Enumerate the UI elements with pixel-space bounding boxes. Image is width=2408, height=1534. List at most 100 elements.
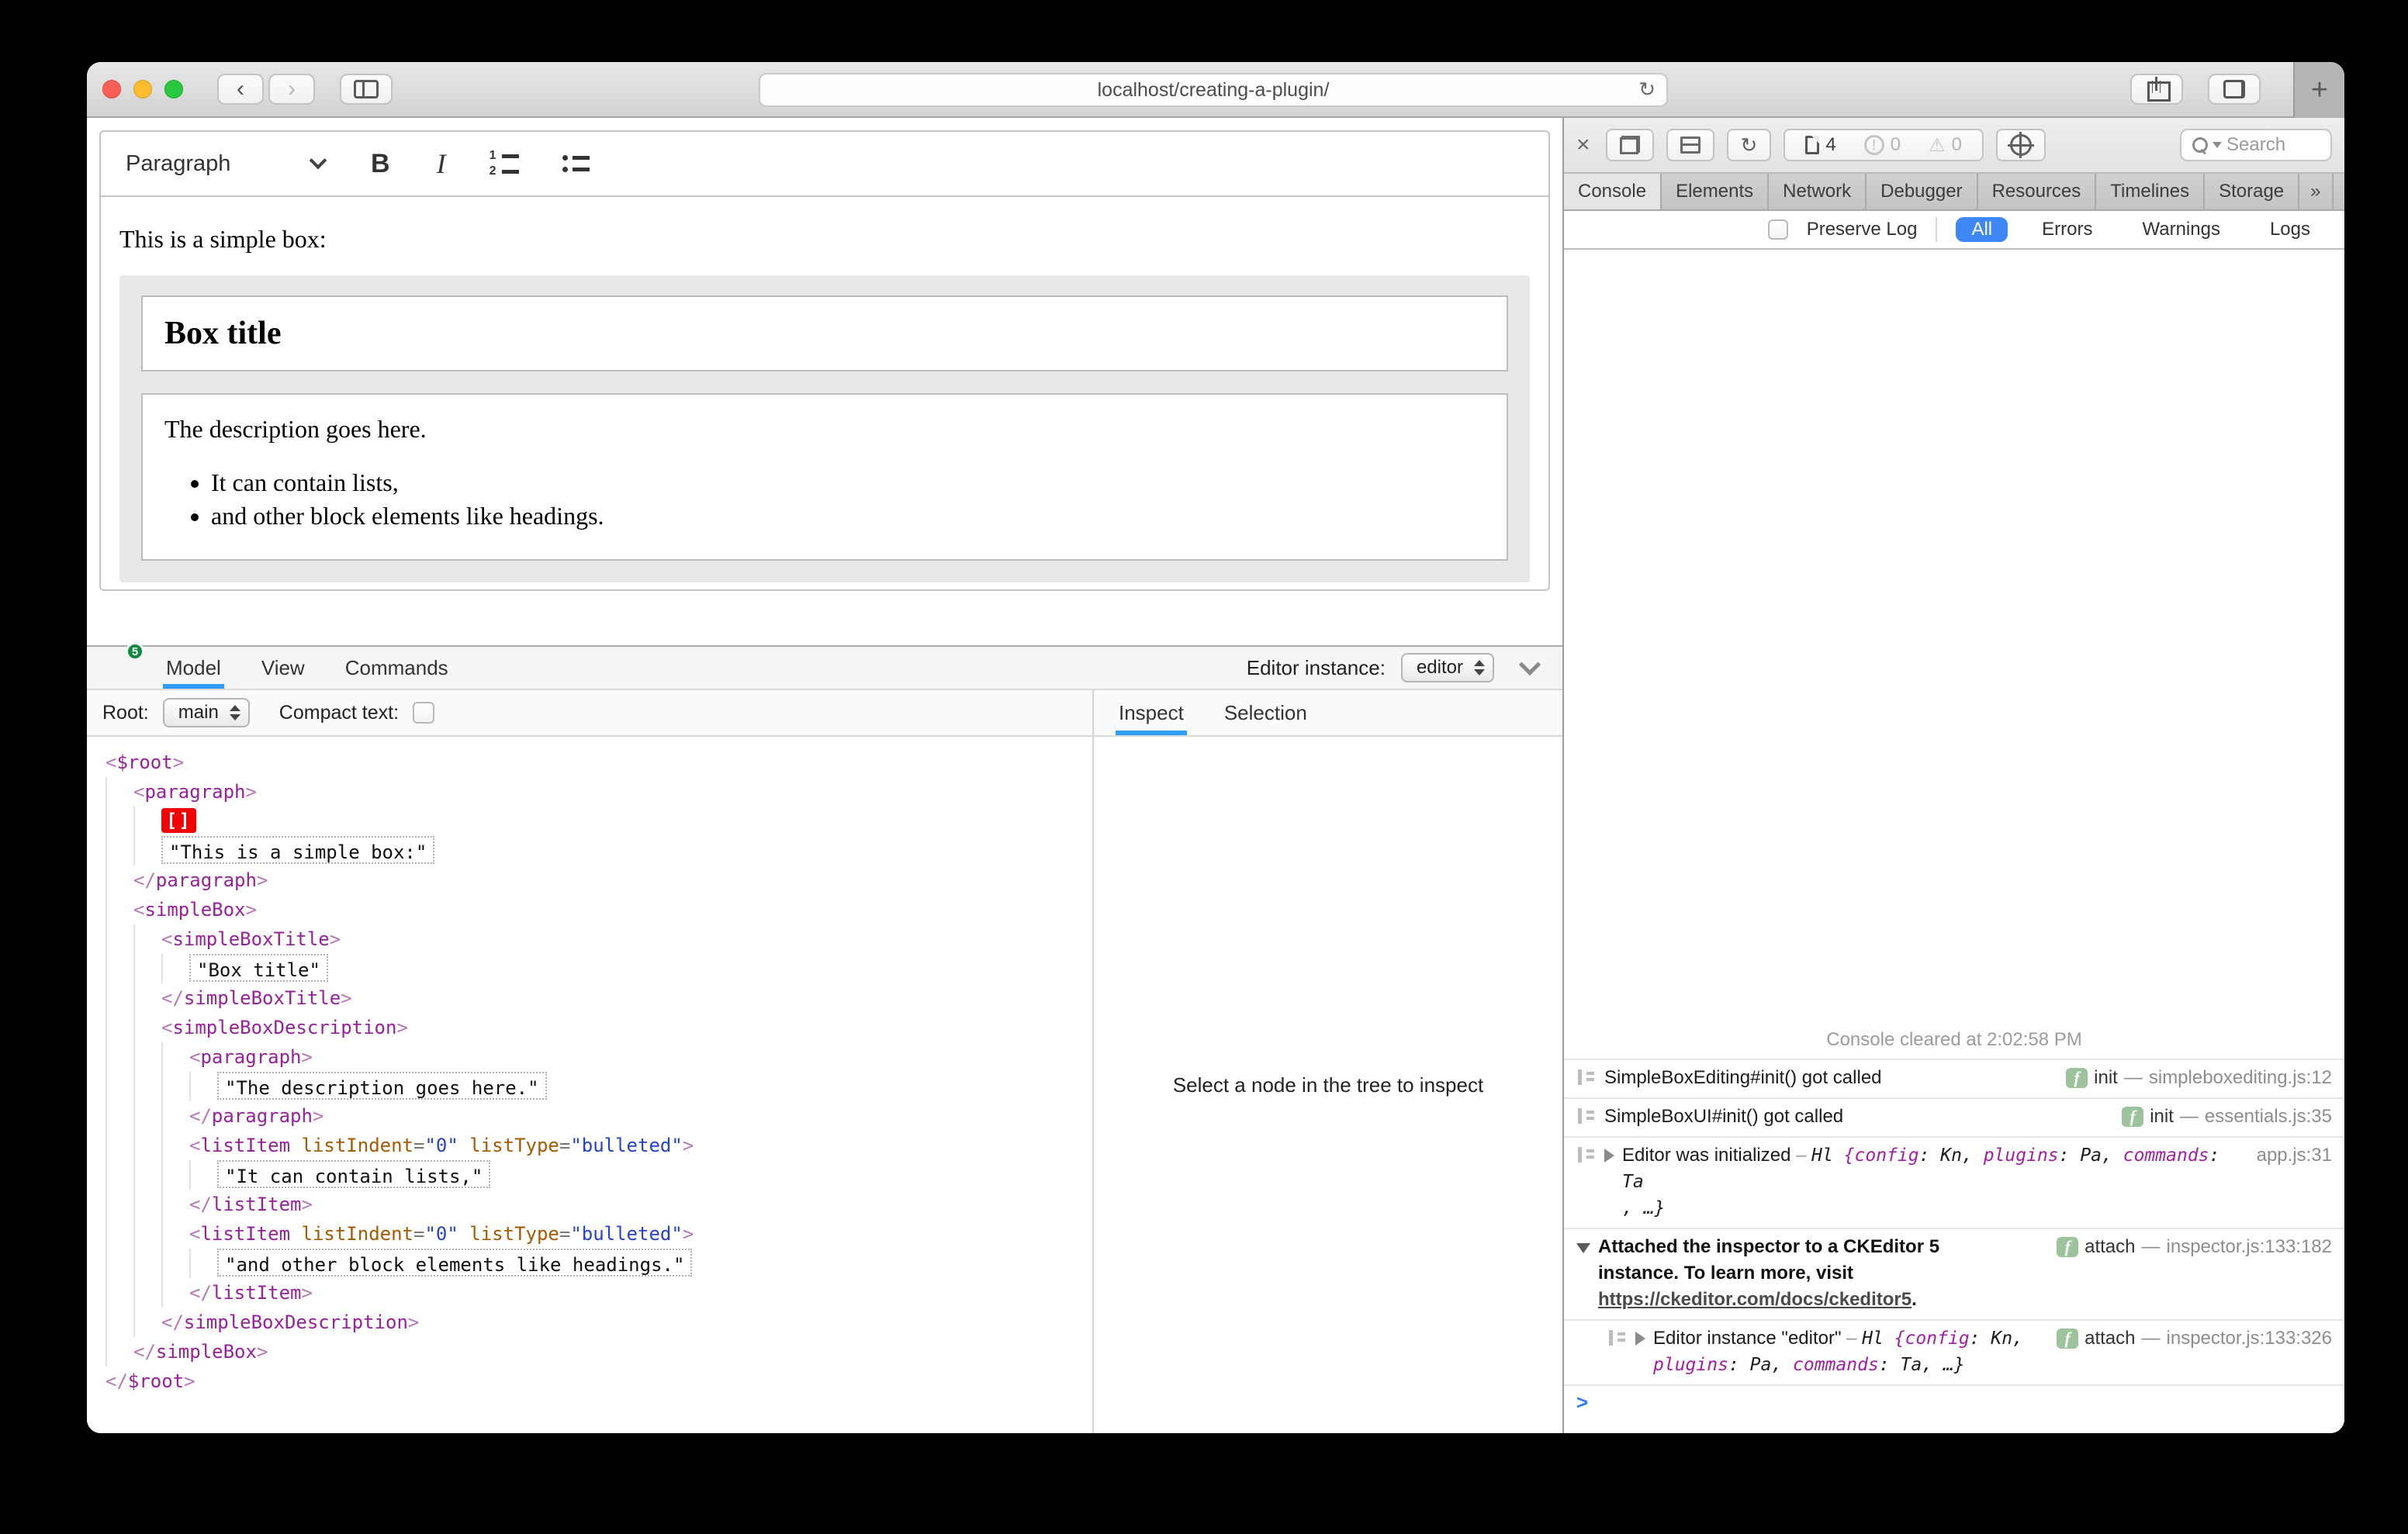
tab-model[interactable]: Model — [163, 647, 224, 689]
bulleted-list-icon — [562, 155, 590, 161]
console-message[interactable]: Editor was initialized – Hl {config: Kn,… — [1564, 1136, 2344, 1228]
tab-selection[interactable]: Selection — [1221, 690, 1310, 735]
preserve-log-checkbox[interactable] — [1767, 219, 1788, 240]
tree-line[interactable]: < listItem listIndent = "0" listType = "bulle… — [106, 1219, 1092, 1249]
dock-side-button[interactable] — [1605, 129, 1654, 161]
zoom-window-button[interactable] — [164, 80, 183, 98]
tab-storage[interactable]: Storage — [2205, 174, 2300, 209]
tree-line[interactable]: < listItem listIndent = "0" listType = "bulle… — [106, 1131, 1092, 1160]
tree-line[interactable]: </listItem > — [106, 1190, 1092, 1219]
console-message[interactable]: SimpleBoxEditing#init() got called f init —… — [1564, 1059, 2344, 1097]
tab-debugger[interactable]: Debugger — [1867, 174, 1978, 209]
browser-titlebar: ‹ › localhost/creating-a-plugin/ ↻ + — [87, 62, 2344, 118]
filter-warnings[interactable]: Warnings — [2126, 217, 2235, 242]
editor-instance-select[interactable]: editor — [1400, 653, 1494, 682]
more-tabs-button[interactable]: » — [2299, 174, 2334, 209]
tab-resources[interactable]: Resources — [1978, 174, 2097, 209]
console-message[interactable]: Attached the inspector to a CKEditor 5 in… — [1564, 1228, 2344, 1319]
simple-box-title[interactable]: Box title — [141, 295, 1508, 371]
compact-text-checkbox[interactable] — [413, 702, 435, 724]
tree-line[interactable]: </paragraph > — [106, 865, 1092, 895]
share-button[interactable] — [2130, 74, 2183, 105]
list-item[interactable]: It can contain lists, — [211, 468, 1485, 497]
minimize-window-button[interactable] — [133, 80, 152, 98]
tab-overview-button[interactable] — [2208, 74, 2261, 105]
filter-all[interactable]: All — [1956, 217, 2008, 242]
disclosure-closed-icon[interactable] — [1604, 1149, 1614, 1163]
search-icon — [2192, 137, 2208, 153]
tree-line[interactable]: [] — [106, 807, 1092, 836]
bulleted-list-button[interactable] — [562, 155, 590, 172]
list-item[interactable]: and other block elements like headings. — [211, 502, 1485, 530]
tree-line[interactable]: "Box title" — [106, 954, 1092, 983]
indent-guide — [106, 1337, 133, 1366]
console-prompt[interactable]: > — [1564, 1384, 2344, 1433]
source-link[interactable]: essentials.js:35 — [2205, 1104, 2332, 1130]
tab-elements[interactable]: Elements — [1662, 174, 1770, 209]
chevron-down-icon — [309, 151, 327, 170]
disclosure-open-icon[interactable] — [1576, 1243, 1590, 1253]
source-link[interactable]: inspector.js:133:326 — [2167, 1325, 2332, 1352]
numbered-list-button[interactable]: 1 2 — [490, 150, 519, 178]
tree-line[interactable]: < simpleBoxDescription > — [106, 1013, 1092, 1042]
tree-line[interactable]: < simpleBox > — [106, 895, 1092, 924]
close-devtools-button[interactable]: × — [1576, 132, 1590, 158]
simple-box-description[interactable]: The description goes here. It can contai… — [141, 393, 1508, 561]
element-picker-button[interactable] — [1995, 129, 2046, 161]
sidebar-button[interactable] — [340, 74, 393, 105]
italic-button[interactable]: I — [437, 147, 446, 180]
tab-inspect[interactable]: Inspect — [1116, 690, 1187, 735]
tree-line[interactable]: </simpleBoxTitle > — [106, 983, 1092, 1013]
close-window-button[interactable] — [102, 80, 121, 98]
source-link[interactable]: app.js:31 — [2257, 1142, 2332, 1169]
resource-summary-button[interactable]: 4 ! 0 ⚠ 0 — [1784, 129, 1984, 161]
address-bar[interactable]: localhost/creating-a-plugin/ ↻ — [759, 73, 1668, 107]
reload-icon[interactable]: ↻ — [1638, 78, 1656, 102]
tree-line[interactable]: < simpleBoxTitle > — [106, 924, 1092, 954]
indent-guide — [161, 1101, 189, 1131]
tree-line[interactable]: </$root > — [106, 1366, 1092, 1396]
forward-button[interactable]: › — [268, 74, 315, 105]
message-link[interactable]: https://ckeditor.com/docs/ckeditor5 — [1598, 1289, 1912, 1310]
tree-line[interactable]: </listItem > — [106, 1278, 1092, 1308]
editor-content[interactable]: This is a simple box: Box title The desc… — [101, 197, 1548, 589]
source-link[interactable]: simpleboxediting.js:12 — [2149, 1065, 2332, 1091]
filter-logs[interactable]: Logs — [2254, 217, 2326, 242]
tree-line[interactable]: "The description goes here." — [106, 1072, 1092, 1101]
tree-line[interactable]: </simpleBoxDescription > — [106, 1308, 1092, 1337]
description-paragraph[interactable]: The description goes here. — [164, 415, 1485, 444]
console-message[interactable]: Editor instance "editor" – Hl {config: K… — [1564, 1319, 2344, 1384]
add-tab-button[interactable]: + — [2334, 174, 2345, 209]
tree-line[interactable]: "It can contain lists," — [106, 1160, 1092, 1190]
tab-commands[interactable]: Commands — [342, 647, 452, 689]
tab-network[interactable]: Network — [1769, 174, 1867, 209]
tab-view[interactable]: View — [258, 647, 308, 689]
tab-console[interactable]: Console — [1564, 174, 1662, 209]
tree-line[interactable]: < paragraph > — [106, 1042, 1092, 1072]
devtools-search-field[interactable]: Search — [2180, 129, 2332, 161]
root-select[interactable]: main — [162, 698, 250, 727]
disclosure-closed-icon[interactable] — [1635, 1332, 1645, 1346]
tree-line[interactable]: </simpleBox > — [106, 1337, 1092, 1366]
new-tab-button[interactable]: + — [2293, 62, 2344, 118]
tree-line[interactable]: </paragraph > — [106, 1101, 1092, 1131]
tree-line[interactable]: "This is a simple box:" — [106, 836, 1092, 865]
reload-page-button[interactable]: ↻ — [1726, 129, 1772, 161]
tree-line[interactable]: < paragraph > — [106, 777, 1092, 807]
bold-button[interactable]: B — [371, 149, 390, 179]
tab-timelines[interactable]: Timelines — [2096, 174, 2206, 209]
back-button[interactable]: ‹ — [217, 74, 264, 105]
source-link[interactable]: inspector.js:133:182 — [2167, 1234, 2332, 1260]
inspector-header: 5 Model View Commands Editor instance: e… — [87, 642, 1562, 690]
paragraph-dropdown[interactable]: Paragraph — [126, 151, 327, 177]
function-badge-icon: f — [2057, 1237, 2079, 1257]
tree-line[interactable]: "and other block elements like headings.… — [106, 1249, 1092, 1278]
editor-paragraph[interactable]: This is a simple box: — [119, 225, 1530, 254]
filter-errors[interactable]: Errors — [2026, 217, 2108, 242]
console-message[interactable]: SimpleBoxUI#init() got called f init — essen… — [1564, 1097, 2344, 1136]
indent-guide — [106, 1072, 133, 1101]
dock-bottom-button[interactable] — [1666, 129, 1714, 161]
tree-line[interactable]: < $root > — [106, 748, 1092, 777]
collapse-inspector-icon[interactable] — [1518, 653, 1541, 676]
simple-box-widget[interactable]: Box title The description goes here. It … — [119, 275, 1530, 582]
